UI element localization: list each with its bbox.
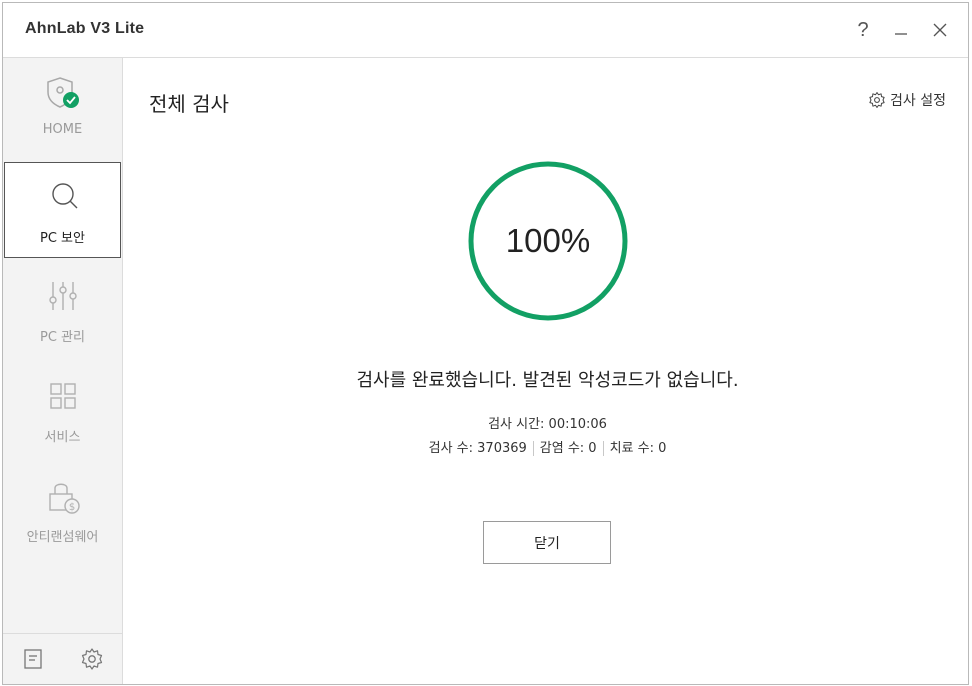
scanned-count: 검사 수: 370369: [428, 441, 527, 456]
sidebar: HOME PC 보안 PC 관리 서비스 $ 안티랜섬웨어: [3, 58, 123, 684]
help-button[interactable]: ?: [848, 15, 878, 45]
page-title: 전체 검사: [149, 92, 229, 116]
sidebar-item-label: PC 보안: [40, 231, 85, 246]
shield-check-icon: [47, 77, 79, 108]
divider: [602, 441, 604, 456]
lock-dollar-icon: $: [49, 483, 80, 514]
notes-icon[interactable]: [21, 647, 45, 671]
title-bar: AhnLab V3 Lite ?: [3, 3, 968, 58]
scan-stats: 검사 수: 370369 감염 수: 0 치료 수: 0: [123, 437, 972, 456]
sidebar-item-label: 서비스: [44, 430, 81, 445]
gear-icon[interactable]: [80, 647, 104, 671]
svg-text:$: $: [69, 502, 75, 513]
scan-settings-link[interactable]: 검사 설정: [868, 90, 946, 110]
scan-time: 검사 시간: 00:10:06: [488, 417, 607, 432]
divider: [532, 441, 534, 456]
close-button[interactable]: 닫기: [483, 521, 611, 564]
minimize-button[interactable]: [886, 15, 916, 45]
scan-settings-label: 검사 설정: [890, 93, 946, 109]
close-icon: [933, 23, 947, 37]
sliders-icon: [49, 282, 77, 310]
sidebar-item-services[interactable]: 서비스: [3, 362, 122, 458]
sidebar-item-anti-ransomware[interactable]: $ 안티랜섬웨어: [3, 462, 122, 558]
grid-icon: [50, 383, 76, 409]
app-window: AhnLab V3 Lite ? HOME PC 보안 PC 관리 서비스 $ …: [2, 2, 969, 685]
progress-percentage: 100%: [505, 222, 591, 259]
search-icon: [52, 183, 78, 209]
sidebar-item-label: PC 관리: [40, 330, 85, 345]
gear-icon: [869, 92, 885, 108]
infected-count: 감염 수: 0: [539, 441, 597, 456]
close-window-button[interactable]: [925, 15, 955, 45]
sidebar-item-label: HOME: [42, 122, 83, 137]
treated-count: 치료 수: 0: [609, 441, 667, 456]
sidebar-item-pc-security[interactable]: PC 보안: [4, 162, 121, 258]
minimize-icon: [895, 33, 907, 35]
sidebar-item-home[interactable]: HOME: [3, 58, 122, 154]
app-title: AhnLab V3 Lite: [25, 20, 145, 37]
result-message: 검사를 완료했습니다. 발견된 악성코드가 없습니다.: [356, 370, 739, 391]
sidebar-item-pc-management[interactable]: PC 관리: [3, 262, 122, 358]
sidebar-item-label: 안티랜섬웨어: [26, 530, 99, 545]
sidebar-footer: [3, 633, 122, 684]
main-panel: 전체 검사 검사 설정 100% 검사를 완료했습니다. 발견된 악성코드가 없…: [123, 58, 968, 684]
